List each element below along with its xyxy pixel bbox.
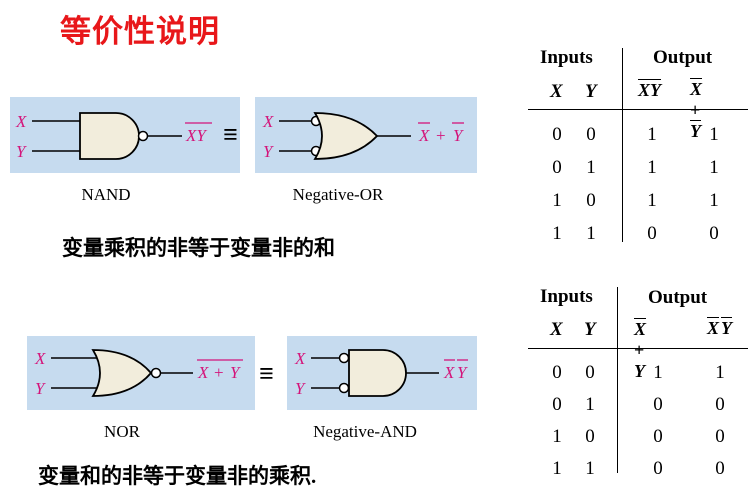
table-cell: 0 (715, 426, 725, 447)
table-cell: 0 (715, 458, 725, 479)
table-cell: 1 (552, 458, 562, 479)
plus-sign: + (214, 363, 224, 382)
negative-or-caption: Negative-OR (292, 185, 384, 204)
table-cell: 1 (585, 394, 595, 415)
table-cell: 1 (647, 157, 657, 178)
table-cell: 1 (653, 362, 663, 383)
table-cell: 0 (586, 124, 596, 145)
output-header: Output (648, 287, 708, 308)
input-x-label: X (262, 112, 274, 131)
table-cell: 1 (586, 223, 596, 244)
table-cell: 0 (709, 223, 719, 244)
column-y-header: Y (585, 81, 597, 102)
negative-and-gate-diagram: X Y X Y (287, 336, 477, 410)
output-expression-2: XY (707, 317, 733, 338)
output-expression-2: X + Y (690, 78, 703, 141)
table-cell: 1 (709, 190, 719, 211)
table-cell: 1 (585, 458, 595, 479)
table-cell: 0 (653, 426, 663, 447)
table-cell: 0 (647, 223, 657, 244)
input-y-label: Y (16, 142, 27, 161)
output-y-term: Y (457, 363, 468, 382)
table-cell: 1 (647, 190, 657, 211)
inputs-header: Inputs (540, 286, 593, 307)
negative-and-caption: Negative-AND (313, 422, 417, 441)
equivalence-symbol: ≡ (223, 120, 238, 149)
output-y-term: Y (453, 126, 464, 145)
nand-gate-diagram: X Y XY (10, 97, 240, 173)
nor-caption: NOR (104, 422, 140, 441)
inversion-bubble (338, 382, 350, 394)
table-cell: 0 (552, 362, 562, 383)
table-cell: 1 (552, 190, 562, 211)
column-divider (622, 48, 623, 242)
output-x-term: X (197, 363, 209, 382)
column-divider (617, 287, 618, 473)
inversion-bubble (338, 352, 350, 364)
nand-statement: 变量乘积的非等于变量非的和 (62, 236, 335, 260)
table-cell: 1 (552, 426, 562, 447)
page-title: 等价性说明 (60, 14, 220, 49)
inversion-bubble (150, 367, 162, 379)
input-y-label: Y (35, 379, 46, 398)
nor-gate-diagram: X Y X + Y (27, 336, 255, 410)
table-cell: 0 (715, 394, 725, 415)
table-cell: 0 (586, 190, 596, 211)
and-gate-body (348, 349, 407, 397)
nand-output-expression: XY (185, 126, 207, 145)
table-cell: 1 (586, 157, 596, 178)
table-cell: 0 (552, 124, 562, 145)
input-x-label: X (294, 349, 306, 368)
table-cell: 0 (653, 394, 663, 415)
output-expression-1: X + Y (634, 318, 647, 381)
and-gate-body (79, 112, 140, 160)
output-expression-1: XY (638, 79, 662, 100)
plus-sign: + (436, 126, 446, 145)
input-x-label: X (15, 112, 27, 131)
column-x-header: X (550, 319, 563, 340)
equivalence-symbol: ≡ (259, 359, 274, 388)
header-divider (528, 348, 748, 349)
table-cell: 0 (552, 394, 562, 415)
negative-or-gate-diagram: X Y X + Y (255, 97, 477, 173)
output-x-term: X (418, 126, 430, 145)
table-cell: 1 (715, 362, 725, 383)
input-y-label: Y (295, 379, 306, 398)
header-divider (528, 109, 748, 110)
output-x-term: X (443, 363, 455, 382)
inversion-bubble (137, 130, 149, 142)
input-x-label: X (34, 349, 46, 368)
inputs-header: Inputs (540, 47, 593, 68)
table-cell: 0 (585, 362, 595, 383)
input-y-label: Y (263, 142, 274, 161)
table-cell: 0 (653, 458, 663, 479)
table-cell: 1 (709, 157, 719, 178)
table-cell: 1 (552, 223, 562, 244)
output-header: Output (653, 47, 713, 68)
table-cell: 0 (552, 157, 562, 178)
output-y-term: Y (230, 363, 241, 382)
column-y-header: Y (584, 319, 596, 340)
nor-statement: 变量和的非等于变量非的乘积. (38, 464, 317, 488)
table-cell: 1 (647, 124, 657, 145)
table-cell: 1 (709, 124, 719, 145)
nand-caption: NAND (81, 185, 131, 204)
table-cell: 0 (585, 426, 595, 447)
column-x-header: X (550, 81, 563, 102)
